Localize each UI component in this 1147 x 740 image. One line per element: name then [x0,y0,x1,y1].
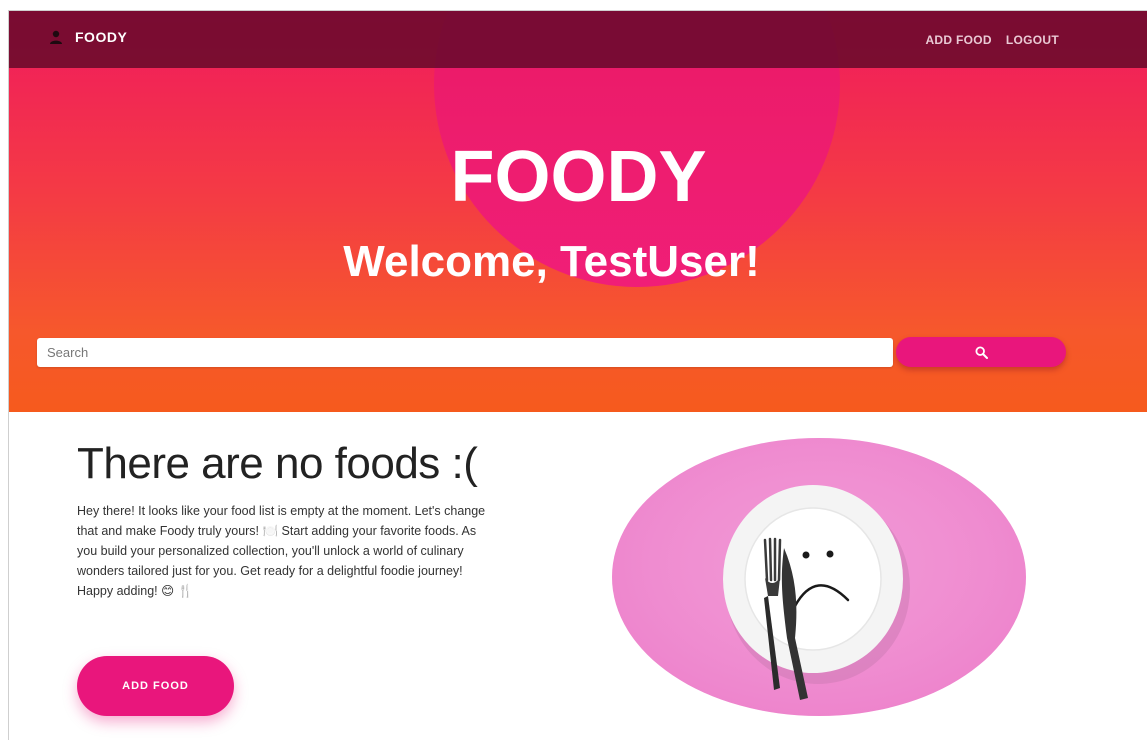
hero-section: FOODY ADD FOOD LOGOUT FOODY Welcome, Tes… [9,11,1147,412]
brand-link[interactable]: FOODY [49,29,127,45]
search-button[interactable] [896,337,1066,367]
navbar: FOODY ADD FOOD LOGOUT [9,11,1147,68]
empty-state-message: Hey there! It looks like your food list … [77,504,486,598]
nav-add-food-link[interactable]: ADD FOOD [925,33,991,47]
search-icon [974,345,988,359]
add-food-button[interactable]: ADD FOOD [77,656,234,716]
sad-plate-image [612,438,1026,716]
hero-subtitle: Welcome, TestUser! [343,237,760,286]
nav-links: ADD FOOD LOGOUT [925,33,1059,47]
search-input[interactable] [37,338,893,367]
user-icon [50,30,62,44]
hero-title: FOODY [450,137,707,217]
nav-logout-link[interactable]: LOGOUT [1006,33,1059,47]
empty-state-title: There are no foods :( [77,439,478,488]
brand-label: FOODY [75,29,128,45]
browser-viewport: FOODY ADD FOOD LOGOUT FOODY Welcome, Tes… [8,10,1147,740]
